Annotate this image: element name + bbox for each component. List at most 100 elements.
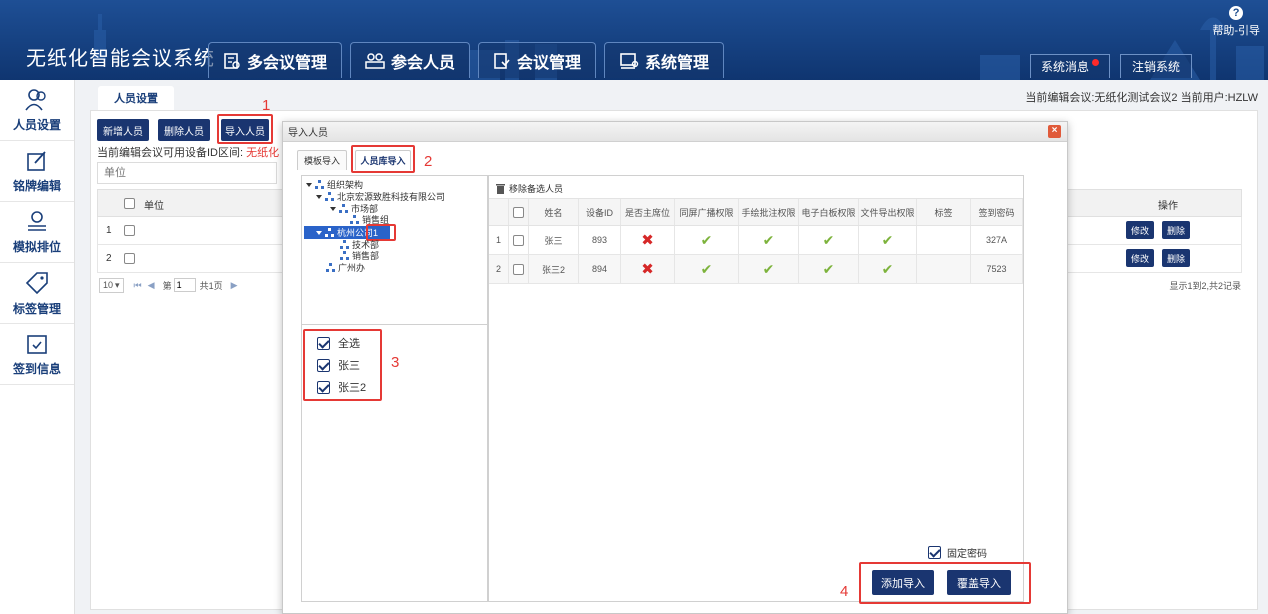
nav-participants[interactable]: 参会人员	[350, 42, 471, 78]
column-action: 操作	[1158, 201, 1178, 212]
column-unit: 单位	[144, 201, 164, 212]
next-page-icon[interactable]: ▶	[231, 280, 238, 291]
trash-icon	[496, 183, 505, 194]
row-number: 2	[489, 255, 509, 283]
nav-meeting-manage[interactable]: 会议管理	[478, 42, 597, 78]
row-checkbox-cell	[509, 255, 529, 283]
column-header: 文件导出权限	[859, 199, 917, 225]
checked-checkbox-icon[interactable]	[928, 546, 941, 559]
unit-filter-input[interactable]	[97, 162, 277, 184]
dialog-title: 导入人员	[288, 128, 328, 139]
check-icon: ✔	[700, 260, 713, 277]
device-range-text: 当前编辑会议可用设备ID区间:	[97, 147, 244, 159]
row-checkbox[interactable]	[124, 253, 135, 264]
column-header: 标签	[917, 199, 971, 225]
column-header: 姓名	[529, 199, 579, 225]
tree-node[interactable]: 销售部	[340, 250, 379, 261]
org-tree: 组织架构 北京宏源致胜科技有限公司 市场部 销售组 杭州公司1 技术部 销售部 …	[301, 175, 488, 325]
candidate-table-panel: 移除备选人员 姓名 设备ID 是否主席位 同屏广播权限 手绘批注权限 电子白板权…	[488, 175, 1024, 602]
delete-person-button[interactable]: 删除人员	[158, 119, 210, 141]
check-icon: ✔	[822, 260, 835, 277]
sidebar-item-nameplate[interactable]: 铭牌编辑	[0, 141, 74, 202]
row-checkbox[interactable]	[124, 225, 135, 236]
device-range-value: 无纸化	[246, 147, 280, 159]
edit-button[interactable]: 修改	[1126, 249, 1154, 267]
add-person-button[interactable]: 新增人员	[97, 119, 149, 141]
delete-button[interactable]: 删除	[1162, 249, 1190, 267]
expand-arrow-icon	[306, 182, 312, 187]
cell-password: 7523	[971, 255, 1023, 283]
select-all-checkbox[interactable]	[124, 198, 135, 209]
delete-button[interactable]: 删除	[1162, 221, 1190, 239]
edit-button[interactable]: 修改	[1126, 221, 1154, 239]
row-checkbox[interactable]	[513, 263, 524, 275]
close-icon[interactable]: ×	[1048, 125, 1061, 138]
cell-whiteboard: ✔	[799, 255, 859, 283]
column-header: 设备ID	[579, 199, 621, 225]
row-number: 1	[489, 226, 509, 254]
fixed-password-option[interactable]: 固定密码	[928, 545, 987, 560]
cell-tag	[917, 255, 971, 283]
tab-people-settings[interactable]: 人员设置	[98, 86, 174, 110]
org-chart-icon	[325, 192, 334, 201]
check-icon: ✔	[762, 231, 775, 248]
import-dialog: 导入人员 × 模板导入 人员库导入 2 组织架构 北京宏源致胜科技有限公司 市场…	[282, 121, 1068, 614]
column-header: 签到密码	[971, 199, 1023, 225]
pager: 10 ▾ ⏮ ◀ 第 共1页 ▶	[99, 277, 238, 293]
org-chart-icon	[339, 204, 348, 213]
meeting-list-icon	[224, 52, 240, 69]
nav-multi-meeting[interactable]: 多会议管理	[208, 42, 343, 78]
sidebar-item-tags[interactable]: 标签管理	[0, 263, 74, 324]
cell-device-id: 894	[579, 255, 621, 283]
tree-node-label: 广州办	[338, 263, 366, 273]
logout-button[interactable]: 注销系统	[1120, 54, 1192, 78]
page-size-value: 10	[103, 280, 114, 290]
nav-label: 系统管理	[645, 54, 710, 72]
app-title: 无纸化智能会议系统	[26, 48, 215, 70]
device-range-label: 当前编辑会议可用设备ID区间: 无纸化	[97, 144, 279, 160]
sidebar-item-label: 人员设置	[12, 117, 61, 132]
page-size-select[interactable]: 10 ▾	[99, 277, 124, 293]
row-checkbox[interactable]	[513, 234, 524, 246]
nav-system[interactable]: 系统管理	[604, 42, 725, 78]
sidebar-item-people[interactable]: 人员设置	[0, 80, 74, 141]
column-header: 电子白板权限	[799, 199, 859, 225]
header-checkbox-cell	[509, 199, 529, 225]
check-icon: ✔	[762, 260, 775, 277]
annotation-number-1: 1	[262, 97, 271, 114]
first-page-icon[interactable]: ⏮	[134, 280, 142, 291]
sidebar-item-label: 铭牌编辑	[12, 178, 61, 193]
org-chart-icon	[315, 180, 324, 189]
select-all-checkbox[interactable]	[513, 206, 524, 218]
help-button[interactable]: ? 帮助-引导	[1212, 6, 1260, 38]
app-header: 无纸化智能会议系统 多会议管理 参会人员 会议管理 系统管理 系统消息 注销系统…	[0, 0, 1268, 80]
sidebar-item-seating[interactable]: 模拟排位	[0, 202, 74, 263]
column-header: 同屏广播权限	[675, 199, 739, 225]
meeting-info: 当前编辑会议:无纸化测试会议2 当前用户:HZLW	[1025, 92, 1258, 104]
highlight-box-2	[351, 145, 415, 173]
sidebar-item-checkin[interactable]: 签到信息	[0, 324, 74, 385]
cell-device-id: 893	[579, 226, 621, 254]
cross-icon: ✖	[641, 232, 654, 249]
org-chart-icon	[340, 240, 349, 249]
tree-node[interactable]: 广州办	[326, 262, 365, 273]
table-row[interactable]: 1 张三 893 ✖ ✔ ✔ ✔ ✔ 327A	[489, 226, 1023, 255]
page-number-input[interactable]	[173, 278, 196, 292]
highlight-box-4	[859, 562, 1031, 604]
sidebar: 人员设置 铭牌编辑 模拟排位 标签管理 签到信息	[0, 80, 75, 614]
table-row[interactable]: 2 张三2 894 ✖ ✔ ✔ ✔ ✔ 7523	[489, 255, 1023, 284]
cell-name: 张三	[529, 226, 579, 254]
tag-icon	[25, 271, 48, 294]
tab-template-import[interactable]: 模板导入	[297, 150, 347, 170]
people-icon	[365, 52, 385, 69]
chevron-down-icon: ▾	[115, 279, 120, 290]
prev-page-icon[interactable]: ◀	[148, 280, 155, 291]
tree-node[interactable]: 北京宏源致胜科技有限公司	[316, 191, 445, 202]
people-icon	[25, 88, 46, 110]
org-chart-icon	[350, 215, 359, 224]
remove-selected-button[interactable]: 移除备选人员	[496, 182, 563, 195]
row-checkbox-cell	[509, 226, 529, 254]
nav-label: 会议管理	[517, 54, 582, 72]
tree-node[interactable]: 组织架构	[306, 179, 363, 190]
system-message-button[interactable]: 系统消息	[1030, 54, 1110, 78]
